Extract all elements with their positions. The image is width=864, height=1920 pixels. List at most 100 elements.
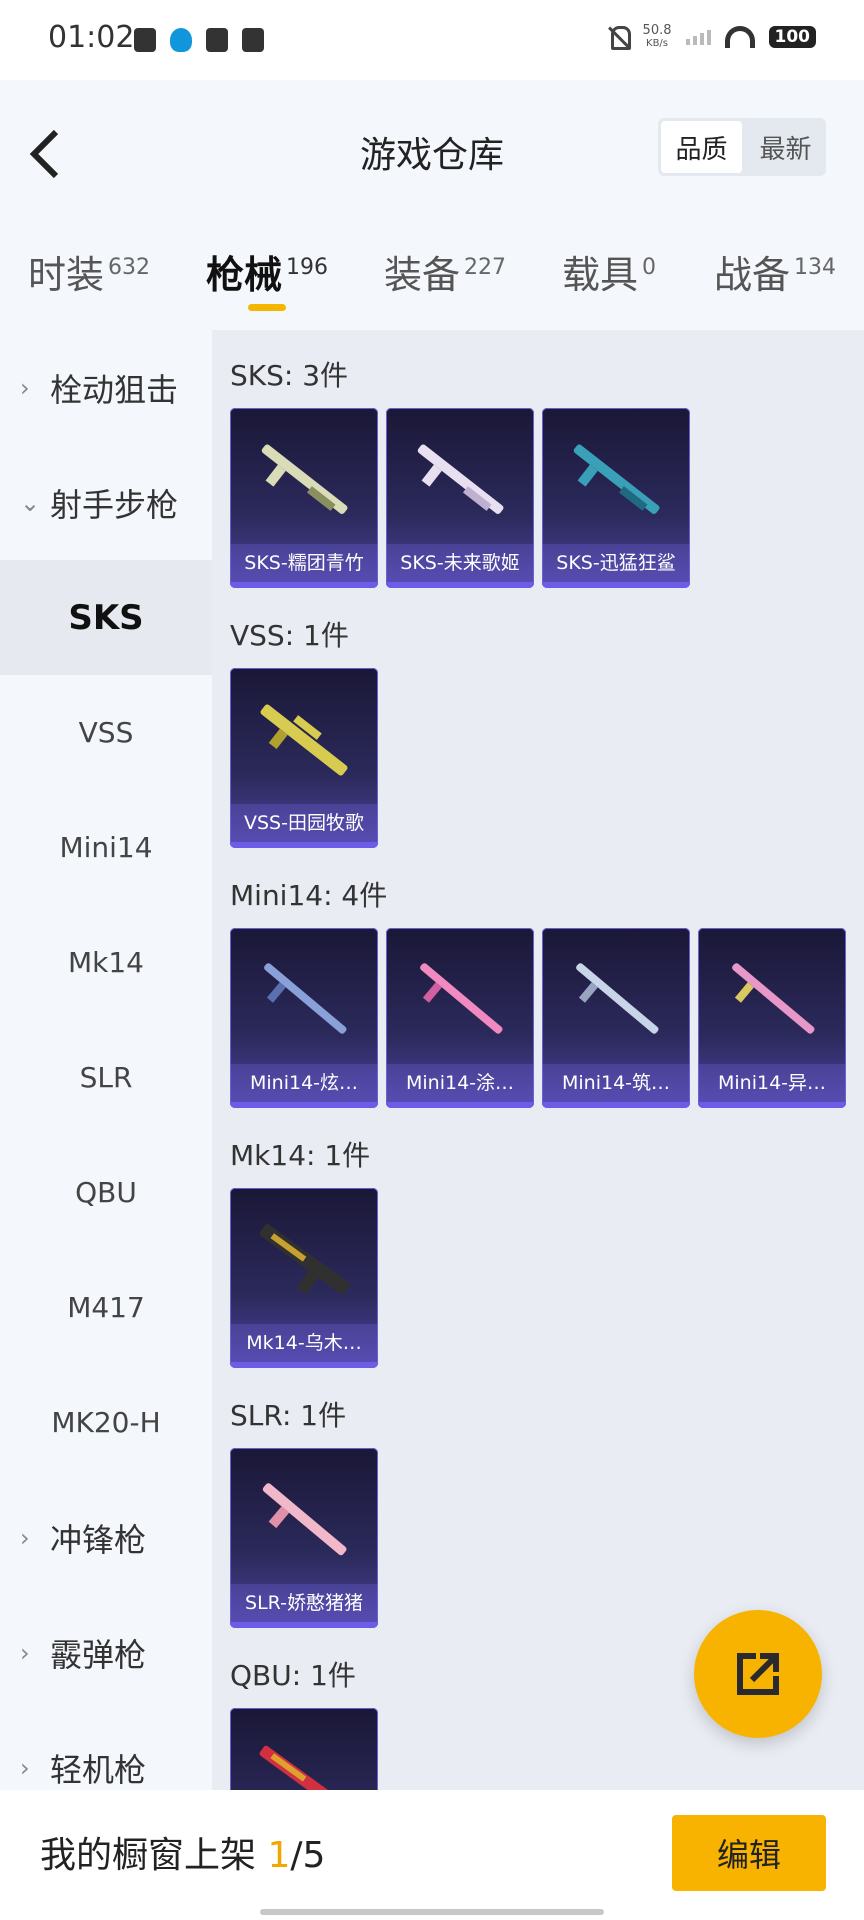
tab-vehicles[interactable]: 载具 0	[562, 244, 656, 299]
sidebar-item-sks[interactable]: SKS	[0, 560, 212, 675]
skin-name: VSS-田园牧歌	[230, 804, 378, 842]
showcase-total: /5	[290, 1835, 326, 1876]
sidebar-item-mini14[interactable]: Mini14	[0, 790, 212, 905]
sort-option-quality[interactable]: 品质	[661, 121, 742, 173]
sidebar-item-vss[interactable]: VSS	[0, 675, 212, 790]
signal-icon	[685, 29, 711, 45]
status-bar: 01:02 50.8 KB/s 100	[0, 0, 864, 80]
net-speed: 50.8 KB/s	[643, 24, 672, 50]
status-icons-right: 50.8 KB/s 100	[607, 24, 816, 50]
skin-name: SKS-未来歌姬	[386, 544, 534, 582]
chevron-right-icon: ›	[20, 1753, 30, 1782]
chevron-right-icon: ›	[20, 1523, 30, 1552]
share-fab-button[interactable]	[694, 1610, 822, 1738]
rifle-skin-image	[260, 704, 348, 776]
mute-icon	[607, 24, 631, 50]
section-title-qbu: QBU: 1件	[230, 1659, 356, 1692]
status-icons-left	[134, 28, 264, 52]
qq-icon	[170, 28, 192, 52]
tab-label: 载具	[562, 253, 639, 297]
tab-firearms[interactable]: 枪械 196	[206, 244, 328, 299]
section-title-sks: SKS: 3件	[230, 359, 349, 392]
sidebar-item-qbu[interactable]: QBU	[0, 1135, 212, 1250]
tab-battle-prep[interactable]: 战备 134	[714, 244, 836, 299]
skin-card[interactable]: SKS-糯团青竹	[230, 408, 378, 588]
showcase-status: 我的橱窗上架 1/5	[40, 1826, 325, 1878]
tab-count: 134	[794, 255, 837, 280]
sort-option-newest[interactable]: 最新	[745, 118, 826, 176]
skin-name: Mini14-炫…	[230, 1064, 378, 1102]
rifle-skin-image	[259, 1224, 350, 1295]
skin-name: Mini14-异…	[698, 1064, 846, 1102]
sort-toggle: 品质 最新	[658, 118, 826, 176]
sidebar-item-label: 冲锋枪	[50, 1520, 147, 1559]
showcase-label: 我的橱窗上架	[40, 1835, 268, 1876]
rifle-skin-image	[420, 963, 503, 1034]
home-indicator[interactable]	[260, 1909, 604, 1915]
skin-name: SKS-迅猛狂鲨	[542, 544, 690, 582]
tab-outfits[interactable]: 时装 632	[28, 244, 150, 299]
tab-count: 632	[108, 255, 151, 280]
tab-equipment[interactable]: 装备 227	[384, 244, 506, 299]
rifle-skin-image	[732, 963, 815, 1034]
share-external-icon	[737, 1653, 779, 1695]
rifle-skin-image	[573, 444, 660, 514]
sidebar-item-mk20h[interactable]: MK20-H	[0, 1365, 212, 1480]
skin-card[interactable]: VSS-田园牧歌	[230, 668, 378, 848]
skin-card[interactable]: Mini14-异…	[698, 928, 846, 1108]
tiktok-icon	[242, 28, 264, 52]
section-title-mini14: Mini14: 4件	[230, 879, 388, 912]
rifle-skin-image	[259, 1745, 349, 1790]
wifi-icon	[724, 26, 755, 48]
skin-name: Mk14-乌木…	[230, 1324, 378, 1362]
net-speed-value: 50.8	[642, 23, 672, 38]
skin-card[interactable]: Mk14-乌木…	[230, 1188, 378, 1368]
weapon-skin-list: SKS: 3件 SKS-糯团青竹 SKS-未来歌姬 SKS-迅猛狂鲨 VSS: …	[212, 330, 864, 1790]
active-tab-indicator	[248, 304, 286, 311]
skin-card[interactable]	[230, 1708, 378, 1790]
status-time: 01:02	[48, 20, 135, 55]
section-title-mk14: Mk14: 1件	[230, 1139, 371, 1172]
showcase-footer: 我的橱窗上架 1/5 编辑	[0, 1790, 864, 1920]
sidebar-item-mk14[interactable]: Mk14	[0, 905, 212, 1020]
tab-label: 时装	[28, 253, 105, 297]
skin-name: Mini14-筑…	[542, 1064, 690, 1102]
skin-card[interactable]: Mini14-炫…	[230, 928, 378, 1108]
sidebar-group-smg[interactable]: › 冲锋枪	[0, 1480, 212, 1595]
tab-label: 战备	[714, 253, 791, 297]
rifle-skin-image	[262, 1483, 347, 1556]
skin-card[interactable]: SLR-娇憨猪猪	[230, 1448, 378, 1628]
tab-label: 装备	[384, 253, 461, 297]
skin-name: Mini14-涂…	[386, 1064, 534, 1102]
rifle-skin-image	[264, 963, 347, 1034]
weapon-type-sidebar: › 栓动狙击 ⌄ 射手步枪 SKS VSS Mini14 Mk14 SLR QB…	[0, 330, 212, 1790]
sidebar-group-lmg[interactable]: › 轻机枪	[0, 1710, 212, 1790]
rifle-skin-image	[261, 444, 348, 514]
chevron-right-icon: ›	[20, 373, 30, 402]
section-title-slr: SLR: 1件	[230, 1399, 347, 1432]
chevron-down-icon: ⌄	[20, 488, 41, 517]
skin-card[interactable]: Mini14-涂…	[386, 928, 534, 1108]
net-speed-unit: KB/s	[646, 38, 669, 49]
sidebar-group-marksman-rifle[interactable]: ⌄ 射手步枪	[0, 445, 212, 560]
skin-card[interactable]: Mini14-筑…	[542, 928, 690, 1108]
battery-icon: 100	[768, 26, 816, 48]
sidebar-item-m417[interactable]: M417	[0, 1250, 212, 1365]
skin-card[interactable]: SKS-迅猛狂鲨	[542, 408, 690, 588]
section-title-vss: VSS: 1件	[230, 619, 349, 652]
rifle-skin-image	[417, 444, 504, 514]
sidebar-group-bolt-action[interactable]: › 栓动狙击	[0, 330, 212, 445]
sidebar-item-label: 栓动狙击	[50, 370, 179, 409]
card-icon	[206, 28, 228, 52]
skin-card[interactable]: SKS-未来歌姬	[386, 408, 534, 588]
sidebar-item-label: 射手步枪	[50, 485, 179, 524]
edit-button[interactable]: 编辑	[672, 1815, 826, 1891]
skin-name: SKS-糯团青竹	[230, 544, 378, 582]
rifle-skin-image	[576, 963, 659, 1034]
sidebar-group-shotgun[interactable]: › 霰弹枪	[0, 1595, 212, 1710]
showcase-current-count: 1	[267, 1835, 291, 1876]
chevron-right-icon: ›	[20, 1638, 30, 1667]
sidebar-item-slr[interactable]: SLR	[0, 1020, 212, 1135]
tab-count: 196	[286, 255, 329, 280]
tab-count: 0	[642, 255, 657, 280]
